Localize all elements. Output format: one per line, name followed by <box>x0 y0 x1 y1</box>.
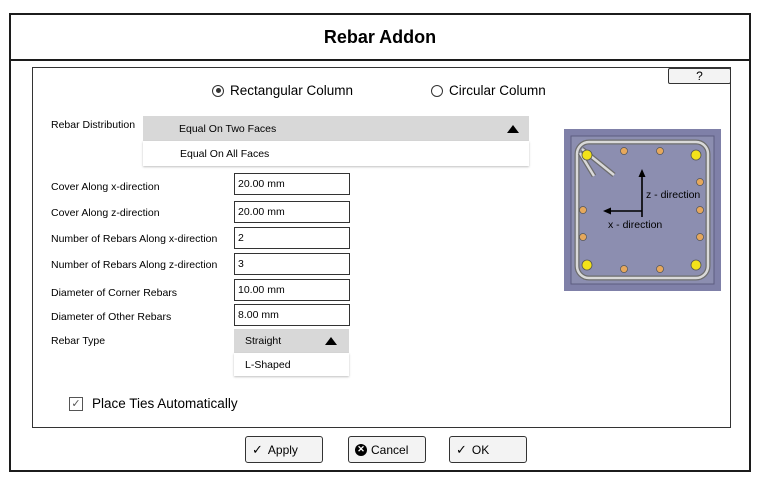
rebar-addon-dialog: Rebar Addon ? Rectangular Column Circula… <box>9 13 751 472</box>
rebar-distribution-value: Equal On Two Faces <box>179 122 277 135</box>
rebar-type-label: Rebar Type <box>51 335 106 347</box>
rectangular-column-radio[interactable]: Rectangular Column <box>212 83 353 98</box>
rebars-x-label: Number of Rebars Along x-direction <box>51 233 218 245</box>
checkmark-icon: ✓ <box>252 441 263 457</box>
rebar-layout-diagram: z - direction x - direction <box>564 129 721 291</box>
cover-z-input[interactable]: 20.00 mm <box>234 201 350 223</box>
x-direction-label: x - direction <box>608 219 662 231</box>
dropdown-up-arrow-icon <box>325 337 337 345</box>
cancel-icon: ✕ <box>355 443 367 456</box>
title-bar: Rebar Addon <box>11 15 749 61</box>
dialog-title: Rebar Addon <box>323 26 437 47</box>
rebars-x-input[interactable]: 2 <box>234 227 350 249</box>
place-ties-label: Place Ties Automatically <box>92 396 238 411</box>
cancel-button[interactable]: ✕ Cancel <box>348 436 426 463</box>
place-ties-checkbox-row[interactable]: ✓ Place Ties Automatically <box>69 396 238 411</box>
radio-unselected-icon <box>431 84 443 97</box>
dropdown-up-arrow-icon <box>507 125 519 133</box>
other-diameter-label: Diameter of Other Rebars <box>51 311 172 323</box>
cover-x-label: Cover Along x-direction <box>51 181 160 193</box>
radio-selected-icon <box>212 84 224 97</box>
ok-button[interactable]: ✓ OK <box>449 436 527 463</box>
corner-rebar-icon <box>690 149 702 161</box>
corner-diameter-label: Diameter of Corner Rebars <box>51 287 178 299</box>
rectangular-column-label: Rectangular Column <box>230 83 354 98</box>
rebars-z-input[interactable]: 3 <box>234 253 350 275</box>
rebar-distribution-select[interactable]: Equal On Two Faces <box>143 116 529 141</box>
cover-z-label: Cover Along z-direction <box>51 207 160 219</box>
z-direction-label: z - direction <box>646 189 700 201</box>
checkmark-icon: ✓ <box>456 441 467 457</box>
apply-button[interactable]: ✓ Apply <box>245 436 323 463</box>
rebar-type-value: Straight <box>245 335 282 347</box>
place-ties-checkbox[interactable]: ✓ <box>69 396 83 411</box>
corner-diameter-input[interactable]: 10.00 mm <box>234 279 350 301</box>
circular-column-radio[interactable]: Circular Column <box>431 83 546 98</box>
circular-column-label: Circular Column <box>449 83 546 98</box>
corner-rebar-icon <box>581 259 593 271</box>
rebar-distribution-label: Rebar Distribution <box>51 119 136 131</box>
settings-panel: ? Rectangular Column Circular Column Reb… <box>32 67 731 428</box>
corner-rebar-icon <box>581 149 593 161</box>
other-diameter-input[interactable]: 8.00 mm <box>234 304 350 326</box>
rebar-type-option-l-shaped[interactable]: L-Shaped <box>234 353 349 376</box>
rebar-type-select[interactable]: Straight <box>234 329 349 353</box>
distribution-option-equal-all-faces[interactable]: Equal On All Faces <box>143 141 529 166</box>
cover-x-input[interactable]: 20.00 mm <box>234 173 350 195</box>
corner-rebar-icon <box>690 259 702 271</box>
help-button[interactable]: ? <box>668 68 731 84</box>
rebars-z-label: Number of Rebars Along z-direction <box>51 259 218 271</box>
